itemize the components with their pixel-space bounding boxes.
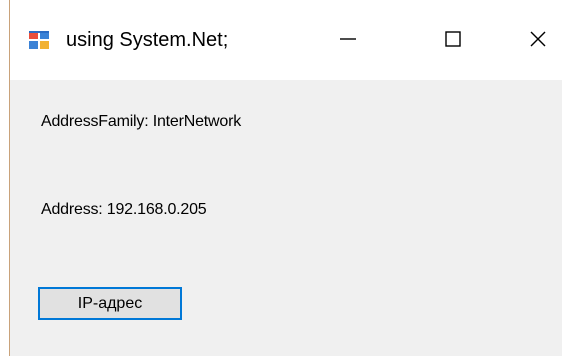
maximize-button[interactable] [430, 16, 476, 62]
address-family-label: AddressFamily: InterNetwork [41, 113, 241, 130]
app-window: using System.Net; AddressFamily: InterNe… [9, 0, 562, 356]
close-icon [530, 31, 546, 47]
minimize-button[interactable] [325, 16, 371, 62]
title-bar[interactable]: using System.Net; [10, 0, 562, 80]
ip-address-button[interactable]: IP-адрес [38, 287, 182, 320]
close-button[interactable] [515, 16, 561, 62]
form-client-area: AddressFamily: InterNetwork Address: 192… [10, 80, 562, 356]
winforms-app-icon [28, 30, 50, 50]
ip-address-button-label: IP-адрес [77, 294, 143, 312]
address-label: Address: 192.168.0.205 [41, 201, 207, 218]
maximize-icon [445, 31, 461, 47]
window-title: using System.Net; [66, 29, 229, 51]
minimize-icon [340, 38, 356, 40]
